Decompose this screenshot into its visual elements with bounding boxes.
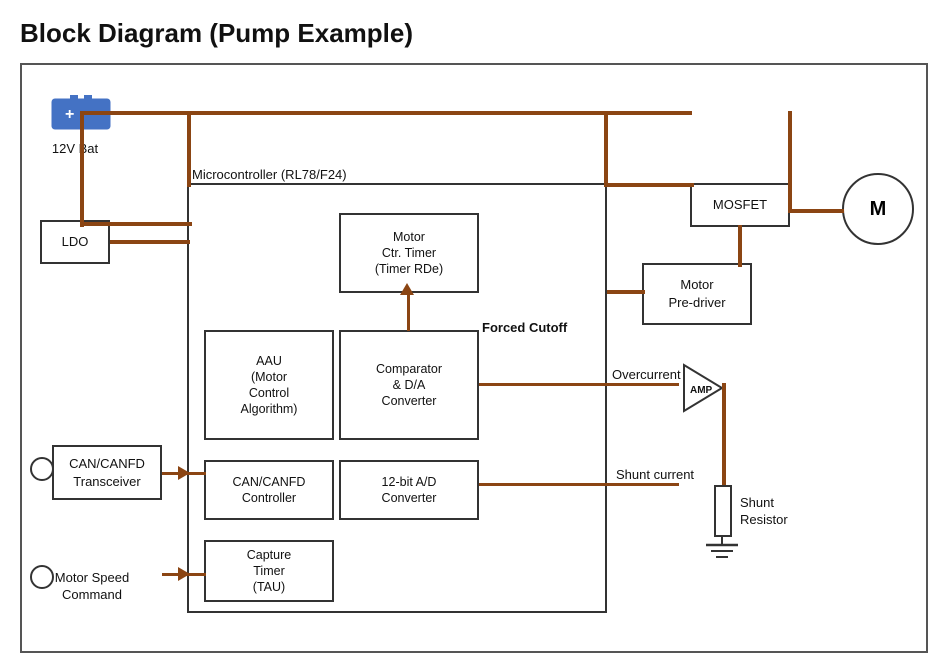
wire-mc-top-down [604, 111, 608, 187]
arrow-speed-cmd [178, 567, 190, 581]
wire-predriver-mc [607, 290, 645, 294]
motor-circle: M [842, 173, 914, 245]
wire-mosfet-left [604, 183, 694, 187]
shunt-current-label: Shunt current [616, 467, 716, 484]
wire-mosfet-down [788, 111, 792, 211]
wire-ldo-left [80, 222, 192, 226]
page: Block Diagram (Pump Example) + − 12V Bat… [0, 0, 950, 670]
battery-label: 12V Bat [40, 141, 110, 158]
ground-symbol [702, 535, 742, 571]
forced-cutoff-label: Forced Cutoff [482, 320, 572, 337]
mc-label: Microcontroller (RL78/F24) [192, 167, 472, 184]
mosfet-box: MOSFET [690, 183, 790, 227]
arrow-can [178, 466, 190, 480]
svg-text:+: + [65, 106, 74, 123]
motor-speed-circle [30, 565, 54, 589]
ldo-box: LDO [40, 220, 110, 264]
shunt-resistor [714, 485, 732, 537]
motor-speed-label: Motor Speed Command [42, 570, 142, 604]
capture-timer-box: CaptureTimer(TAU) [204, 540, 334, 602]
motor-predriver-box: MotorPre-driver [642, 263, 752, 325]
wire-shunt-current [479, 483, 679, 486]
wire-amp-down [722, 383, 726, 487]
wire-ldo-right [110, 240, 190, 244]
motor-ctr-timer-box: MotorCtr. Timer(Timer RDe) [339, 213, 479, 293]
shunt-resistor-label: Shunt Resistor [740, 495, 820, 529]
wire-bat-down [80, 111, 84, 227]
page-title: Block Diagram (Pump Example) [20, 18, 930, 49]
aau-box: AAU(MotorControlAlgorithm) [204, 330, 334, 440]
bit12-adc-box: 12-bit A/DConverter [339, 460, 479, 520]
amp-triangle-svg: AMP [682, 363, 724, 413]
comparator-box: Comparator& D/AConverter [339, 330, 479, 440]
wire-to-motor [788, 209, 844, 213]
can-canfd-controller-box: CAN/CANFDController [204, 460, 334, 520]
wire-overcurrent [479, 383, 679, 386]
diagram-area: + − 12V Bat LDO Microcontroller (RL78/F2… [20, 63, 928, 653]
wire-mosfet-predriver [738, 225, 742, 267]
arrow-forced-cutoff [400, 283, 414, 295]
can-transceiver-box: CAN/CANFDTransceiver [52, 445, 162, 500]
wire-mc-bat [187, 111, 191, 187]
svg-text:AMP: AMP [690, 385, 713, 396]
wire-top-h [80, 111, 692, 115]
wire-forced-cutoff [407, 293, 410, 331]
can-circle-1 [30, 457, 54, 481]
